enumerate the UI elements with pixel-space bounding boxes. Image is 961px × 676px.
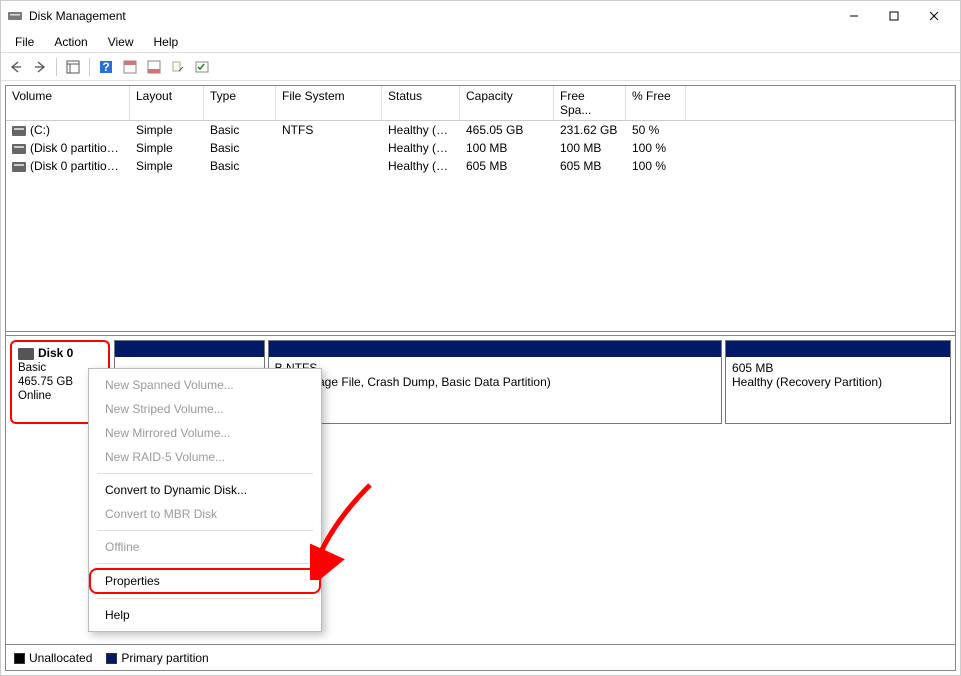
table-row[interactable]: (C:) Simple Basic NTFS Healthy (B... 465… xyxy=(6,121,955,139)
col-capacity[interactable]: Capacity xyxy=(460,86,554,120)
properties-button[interactable] xyxy=(167,56,189,78)
ctx-new-striped: New Striped Volume... xyxy=(89,397,321,421)
disk-icon xyxy=(18,348,34,360)
volume-list-header: Volume Layout Type File System Status Ca… xyxy=(6,86,955,121)
disk-name: Disk 0 xyxy=(38,346,73,360)
ctx-help[interactable]: Help xyxy=(89,603,321,627)
volume-list-body[interactable]: (C:) Simple Basic NTFS Healthy (B... 465… xyxy=(6,121,955,331)
window-controls xyxy=(834,1,954,31)
partition[interactable]: B NTFS (Boot, Page File, Crash Dump, Bas… xyxy=(268,340,722,424)
ctx-new-spanned: New Spanned Volume... xyxy=(89,373,321,397)
svg-text:?: ? xyxy=(102,60,109,74)
settings-top-button[interactable] xyxy=(119,56,141,78)
volume-name: (Disk 0 partition 1) xyxy=(30,141,127,155)
app-icon xyxy=(7,8,23,24)
partition-bar xyxy=(115,341,264,357)
menu-bar: File Action View Help xyxy=(1,31,960,53)
ctx-convert-dynamic[interactable]: Convert to Dynamic Disk... xyxy=(89,478,321,502)
ctx-offline: Offline xyxy=(89,535,321,559)
legend: Unallocated Primary partition xyxy=(6,644,955,670)
menu-action[interactable]: Action xyxy=(44,33,97,51)
legend-unallocated: Unallocated xyxy=(14,651,92,665)
partition-bar xyxy=(269,341,721,357)
maximize-button[interactable] xyxy=(874,1,914,31)
col-volume[interactable]: Volume xyxy=(6,86,130,120)
ctx-properties[interactable]: Properties xyxy=(89,568,321,594)
disk-icon xyxy=(12,162,26,172)
disk-icon xyxy=(12,126,26,136)
col-freespace[interactable]: Free Spa... xyxy=(554,86,626,120)
window-title: Disk Management xyxy=(29,9,834,23)
close-button[interactable] xyxy=(914,1,954,31)
col-filesystem[interactable]: File System xyxy=(276,86,382,120)
checklist-button[interactable] xyxy=(191,56,213,78)
menu-file[interactable]: File xyxy=(5,33,44,51)
show-hide-tree-button[interactable] xyxy=(62,56,84,78)
title-bar: Disk Management xyxy=(1,1,960,31)
volume-name: (Disk 0 partition 4) xyxy=(30,159,127,173)
context-menu: New Spanned Volume... New Striped Volume… xyxy=(88,368,322,632)
toolbar: ? xyxy=(1,53,960,81)
partition-bar xyxy=(726,341,950,357)
col-type[interactable]: Type xyxy=(204,86,276,120)
col-pctfree[interactable]: % Free xyxy=(626,86,686,120)
ctx-new-raid5: New RAID-5 Volume... xyxy=(89,445,321,469)
menu-help[interactable]: Help xyxy=(144,33,189,51)
disk-icon xyxy=(12,144,26,154)
col-status[interactable]: Status xyxy=(382,86,460,120)
partition-body: 605 MB Healthy (Recovery Partition) xyxy=(726,357,950,423)
partition[interactable]: 605 MB Healthy (Recovery Partition) xyxy=(725,340,951,424)
help-button[interactable]: ? xyxy=(95,56,117,78)
minimize-button[interactable] xyxy=(834,1,874,31)
col-layout[interactable]: Layout xyxy=(130,86,204,120)
volume-name: (C:) xyxy=(30,123,50,137)
menu-view[interactable]: View xyxy=(98,33,144,51)
ctx-convert-mbr: Convert to MBR Disk xyxy=(89,502,321,526)
volume-list: Volume Layout Type File System Status Ca… xyxy=(6,86,955,331)
table-row[interactable]: (Disk 0 partition 1) Simple Basic Health… xyxy=(6,139,955,157)
forward-button[interactable] xyxy=(29,56,51,78)
table-row[interactable]: (Disk 0 partition 4) Simple Basic Health… xyxy=(6,157,955,175)
settings-bottom-button[interactable] xyxy=(143,56,165,78)
back-button[interactable] xyxy=(5,56,27,78)
legend-primary: Primary partition xyxy=(106,651,208,665)
ctx-new-mirrored: New Mirrored Volume... xyxy=(89,421,321,445)
partition-body: B NTFS (Boot, Page File, Crash Dump, Bas… xyxy=(269,357,721,423)
col-spacer xyxy=(686,86,955,120)
